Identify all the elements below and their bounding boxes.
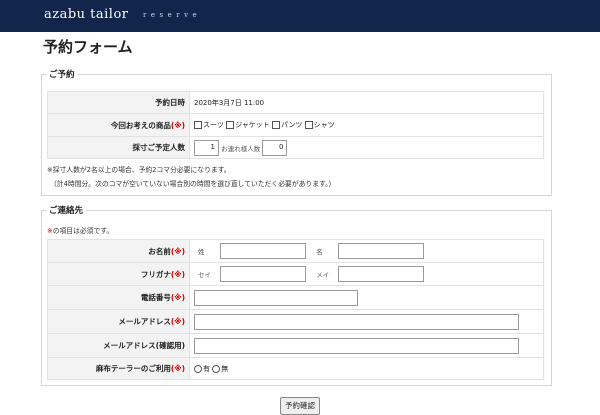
- date-value: 2020年3月7日 11:00: [189, 91, 544, 114]
- reservation-note-2: （計4時間分。次のコマが空いていない場合別の時間を選び直していただく必要がありま…: [50, 180, 336, 188]
- checkbox-jacket[interactable]: [226, 121, 235, 129]
- option-shirt: シャツ: [313, 121, 335, 129]
- companions-count-input[interactable]: 0: [262, 139, 288, 156]
- option-yes: 有: [203, 364, 210, 373]
- email-label-cell: メールアドレス(※): [47, 309, 190, 334]
- last-kana-label: セイ: [198, 271, 211, 279]
- email-input[interactable]: [194, 313, 519, 330]
- required-note: ※の項目は必須です。: [47, 225, 113, 237]
- required-mark: (※): [170, 246, 185, 256]
- date-label: 予約日時: [47, 91, 190, 114]
- required-mark: (※): [170, 364, 185, 373]
- contact-legend: ご連絡先: [49, 206, 84, 216]
- radio-yes[interactable]: [194, 364, 202, 373]
- people-row: 採寸ご予定人数 1 お連れ様人数 0: [47, 136, 544, 159]
- reservation-table: 予約日時 2020年3月7日 11:00 今回お考えの商品(※) スーツ ジャケ…: [47, 91, 544, 159]
- required-mark: (※): [170, 317, 185, 326]
- reservation-legend: ご予約: [49, 70, 75, 80]
- logo[interactable]: azabu tailor: [44, 7, 129, 22]
- option-suit: スーツ: [203, 121, 224, 129]
- first-name-input[interactable]: [338, 243, 425, 259]
- usage-label-cell: 麻布テーラーのご利用(※): [47, 357, 190, 380]
- required-mark: (※): [170, 120, 185, 130]
- usage-label: 麻布テーラーのご利用: [95, 364, 171, 373]
- people-count-input[interactable]: 1: [194, 139, 219, 156]
- checkbox-pants[interactable]: [272, 121, 280, 129]
- radio-no[interactable]: [212, 364, 221, 373]
- email-confirm-row: メールアドレス(確認用): [47, 333, 544, 358]
- first-name-label: 名: [316, 248, 323, 256]
- email-cell: [189, 309, 544, 334]
- phone-cell: [189, 285, 544, 310]
- email-label: メールアドレス: [118, 317, 171, 326]
- logo-subtitle: reserve: [143, 11, 202, 19]
- checkbox-shirt[interactable]: [304, 121, 313, 129]
- first-kana-label: メイ: [316, 271, 330, 279]
- last-kana-input[interactable]: [220, 266, 306, 282]
- reservation-note-1: ※採寸人数が2名以上の場合、予約2コマ分必要になります。: [47, 166, 231, 174]
- confirm-reservation-button[interactable]: 予約確認: [280, 397, 320, 415]
- name-row: お名前(※) 姓 名: [47, 239, 544, 263]
- products-row: 今回お考えの商品(※) スーツ ジャケット パンツ シャツ: [47, 113, 544, 137]
- option-jacket: ジャケット: [235, 121, 270, 129]
- name-inputs: 姓 名: [189, 239, 544, 263]
- kana-label-cell: フリガナ(※): [47, 262, 190, 286]
- last-name-input[interactable]: [220, 243, 306, 259]
- first-kana-input[interactable]: [338, 266, 425, 282]
- checkbox-suit[interactable]: [194, 121, 202, 129]
- option-pants: パンツ: [281, 121, 303, 129]
- last-name-label: 姓: [198, 248, 205, 256]
- name-label-cell: お名前(※): [47, 239, 190, 263]
- kana-row: フリガナ(※) セイ メイ: [47, 262, 544, 286]
- people-inputs: 1 お連れ様人数 0: [189, 136, 544, 159]
- required-mark: (※): [170, 269, 185, 279]
- site-header: azabu tailor reserve: [0, 0, 600, 32]
- name-label: お名前: [148, 246, 171, 256]
- companions-label: お連れ様人数: [221, 144, 261, 153]
- date-row: 予約日時 2020年3月7日 11:00: [47, 91, 544, 114]
- required-mark: (※): [170, 293, 185, 302]
- phone-label: 電話番号: [140, 293, 171, 302]
- email-confirm-label: メールアドレス(確認用): [47, 333, 190, 358]
- products-label: 今回お考えの商品: [110, 120, 171, 130]
- products-options: スーツ ジャケット パンツ シャツ: [189, 113, 544, 137]
- required-note-text: の項目は必須です。: [52, 227, 114, 235]
- kana-inputs: セイ メイ: [189, 262, 544, 286]
- phone-input[interactable]: [194, 289, 358, 306]
- email-row: メールアドレス(※): [47, 309, 544, 334]
- email-confirm-cell: [189, 333, 544, 358]
- usage-row: 麻布テーラーのご利用(※) 有 無: [47, 357, 544, 380]
- email-confirm-input[interactable]: [194, 337, 519, 354]
- contact-table: お名前(※) 姓 名 フリガナ(※) セイ メイ 電話番号(※) メールアドレス…: [47, 239, 544, 380]
- page-title: 予約フォーム: [43, 38, 133, 56]
- option-no: 無: [221, 364, 229, 373]
- products-label-cell: 今回お考えの商品(※): [47, 113, 190, 137]
- usage-options: 有 無: [189, 357, 544, 380]
- phone-row: 電話番号(※): [47, 285, 544, 310]
- phone-label-cell: 電話番号(※): [47, 285, 190, 310]
- people-label: 採寸ご予定人数: [47, 136, 190, 159]
- kana-label: フリガナ: [140, 269, 171, 279]
